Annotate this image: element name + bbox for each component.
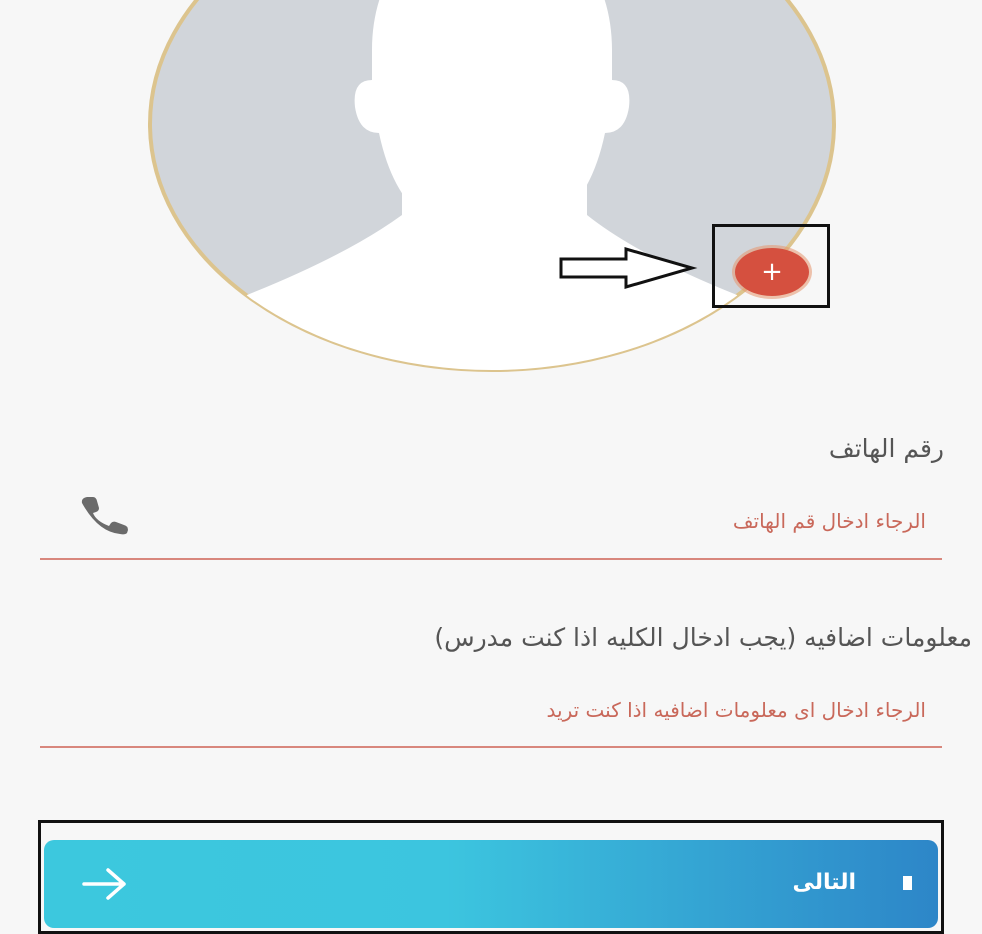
person-silhouette-icon: [148, 0, 836, 372]
pointer-arrow-icon: [559, 247, 698, 289]
next-button-label: التالى: [792, 870, 856, 895]
phone-label: رقم الهاتف: [828, 434, 944, 463]
extra-info-input[interactable]: [40, 674, 942, 748]
profile-avatar: [147, 0, 837, 373]
phone-icon[interactable]: [78, 495, 132, 535]
plus-icon: +: [761, 257, 783, 287]
extra-info-label: معلومات اضافيه (يجب ادخال الكليه اذا كنت…: [434, 623, 972, 652]
registration-page: + رقم الهاتف معلومات اضافيه (يجب ادخال ا…: [0, 0, 982, 934]
bullet-icon: [903, 876, 912, 890]
add-photo-button[interactable]: +: [735, 248, 809, 296]
phone-input[interactable]: [40, 484, 942, 560]
arrow-right-icon: [82, 868, 126, 900]
next-button[interactable]: التالى: [44, 840, 938, 928]
